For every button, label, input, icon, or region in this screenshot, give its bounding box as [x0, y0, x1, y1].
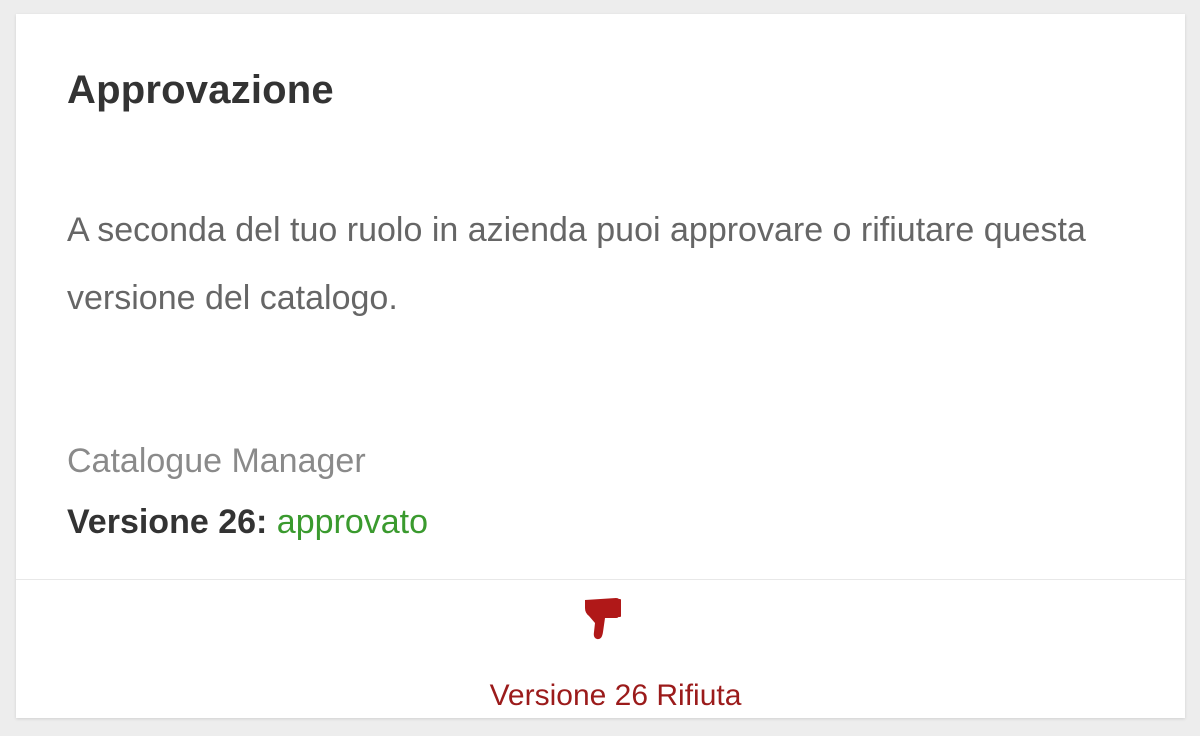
version-status: approvato	[276, 503, 429, 541]
card-title: Approvazione	[67, 68, 334, 112]
version-status-line: Versione 26: approvato	[67, 503, 428, 542]
version-label: Versione 26:	[67, 503, 268, 541]
role-label: Catalogue Manager	[67, 442, 366, 480]
card-description: A seconda del tuo ruolo in azienda puoi …	[67, 211, 1086, 317]
reject-version-button[interactable]: Versione 26 Rifiuta	[16, 580, 1185, 718]
thumbs-down-icon	[585, 598, 621, 640]
reject-label: Versione 26 Rifiuta	[489, 679, 742, 712]
approval-card: Approvazione A seconda del tuo ruolo in …	[16, 14, 1185, 718]
